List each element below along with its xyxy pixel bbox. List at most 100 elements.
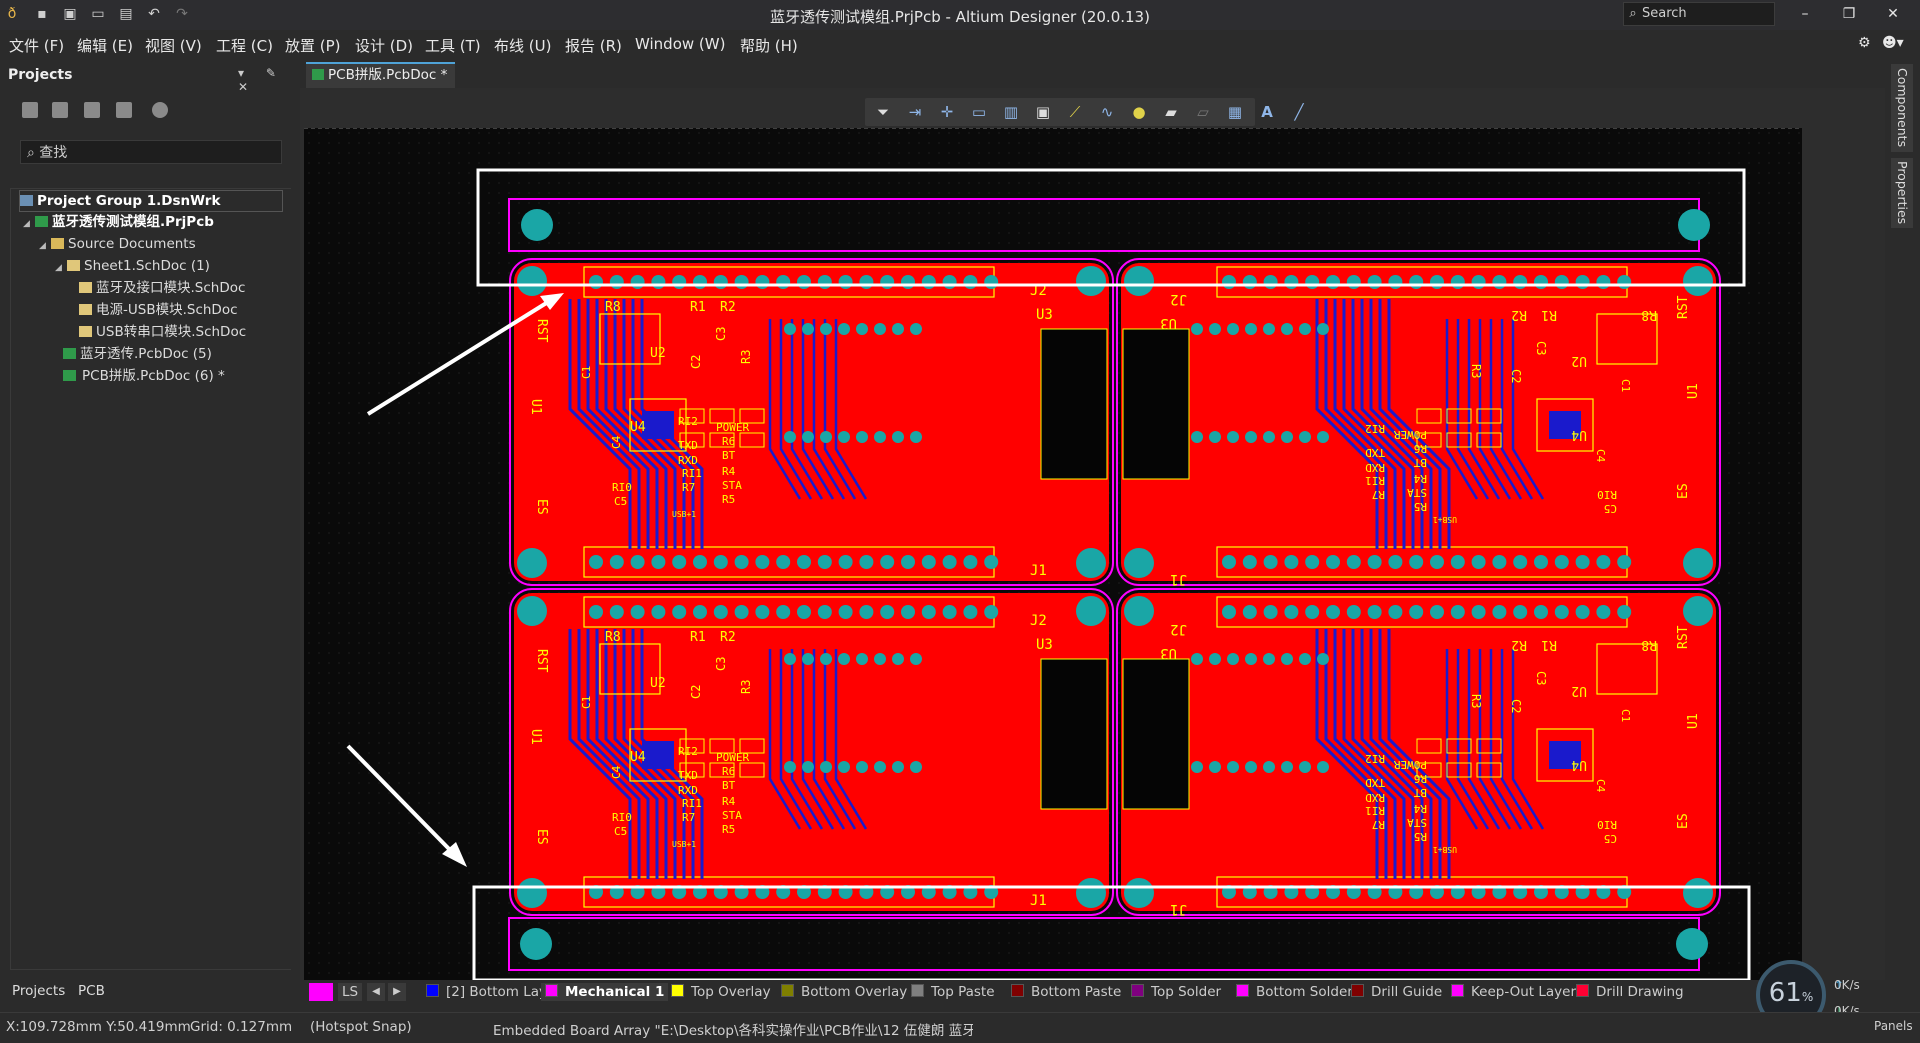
gear-icon[interactable] xyxy=(152,102,168,118)
layer-tab[interactable]: Bottom Overlay xyxy=(781,983,907,1001)
search-input[interactable]: ⌕ Search xyxy=(1623,2,1775,26)
menu-route[interactable]: 布线 (U) xyxy=(494,35,551,56)
menu-view[interactable]: 视图 (V) xyxy=(145,35,202,56)
ic-pad xyxy=(910,431,922,443)
pcb-label: RI1 xyxy=(682,467,702,480)
pcb-label: R3 xyxy=(1469,694,1483,708)
menu-design[interactable]: 设计 (D) xyxy=(355,35,413,56)
header-pad xyxy=(1534,275,1548,289)
layer-tab[interactable]: Bottom Paste xyxy=(1011,983,1121,1001)
tree-item-source-documents[interactable]: ◢ Source Documents xyxy=(39,234,196,254)
tree-item-schdoc[interactable]: USB转串口模块.SchDoc xyxy=(79,322,246,342)
tab-properties[interactable]: Properties xyxy=(1891,158,1913,228)
chevron-down-icon[interactable]: ◢ xyxy=(23,214,35,234)
mounting-hole xyxy=(517,266,547,296)
layer-prev-icon[interactable]: ◀ xyxy=(367,983,385,1001)
pcb-label: R1 xyxy=(690,630,706,645)
restore-icon[interactable]: ❐ xyxy=(1829,2,1869,26)
menu-tools[interactable]: 工具 (T) xyxy=(425,35,481,56)
settings-icon[interactable]: ⚙ xyxy=(1858,35,1871,51)
menu-help[interactable]: 帮助 (H) xyxy=(740,35,798,56)
chevron-down-icon[interactable]: ◢ xyxy=(39,236,51,256)
save-project-icon[interactable] xyxy=(22,102,38,118)
ic-pad xyxy=(1317,323,1329,335)
menu-window[interactable]: Window (W) xyxy=(635,35,725,53)
pcb-label: R3 xyxy=(739,680,753,694)
pcb-label: J1 xyxy=(1170,901,1187,917)
route-icon[interactable]: ⟋ xyxy=(1067,104,1083,120)
interactive-route-icon[interactable]: ∿ xyxy=(1099,104,1115,120)
pcb-label: C1 xyxy=(580,696,593,709)
header-pad xyxy=(1575,555,1590,569)
filter-icon[interactable]: ⏷ xyxy=(875,104,891,120)
tree-item-sheet1[interactable]: ◢ Sheet1.SchDoc (1) xyxy=(55,256,210,276)
open-folder-icon[interactable] xyxy=(116,102,132,118)
string-icon[interactable]: A xyxy=(1259,104,1275,120)
folder-icon[interactable] xyxy=(84,102,100,118)
dimension-icon[interactable]: ▦ xyxy=(1227,104,1243,120)
layer-tab[interactable]: Top Paste xyxy=(911,983,995,1001)
ic-pad xyxy=(1281,323,1293,335)
pcb-label: POWER xyxy=(1394,758,1427,771)
header-pad xyxy=(1263,275,1278,289)
pcb-label: BT xyxy=(722,779,736,792)
rectangle-select-icon[interactable]: ▭ xyxy=(971,104,987,120)
pcb-canvas[interactable]: J2 U3 J1 R8 R1 R2 U2 C2 C3 R3 U4 RI2 TXD RXD RI1 R7 RI0 C… xyxy=(304,127,1802,982)
layer-tab[interactable]: Top Solder xyxy=(1131,983,1221,1001)
keepout-icon[interactable]: ▱ xyxy=(1195,104,1211,120)
tab-pcb-document[interactable]: PCB拼版.PcbDoc * xyxy=(306,62,456,88)
layer-tab[interactable]: Keep-Out Layer xyxy=(1451,983,1576,1001)
tree-item-workspace[interactable]: Project Group 1.DsnWrk xyxy=(19,190,283,212)
polygon-icon[interactable]: ▰ xyxy=(1163,104,1179,120)
tree-item-schdoc[interactable]: 蓝牙及接口模块.SchDoc xyxy=(79,278,245,298)
layer-color-swatch xyxy=(1351,984,1364,997)
chevron-down-icon[interactable]: ◢ xyxy=(55,258,67,278)
component-icon[interactable]: ▣ xyxy=(1035,104,1051,120)
header-pad xyxy=(713,275,728,289)
tree-item-pcbdoc[interactable]: 蓝牙透传.PcbDoc (5) xyxy=(63,344,212,364)
user-icon[interactable]: ☻▾ xyxy=(1882,35,1904,51)
layer-tab[interactable]: Drill Guide xyxy=(1351,983,1442,1001)
tab-components[interactable]: Components xyxy=(1891,64,1913,152)
tab-pcb[interactable]: PCB xyxy=(78,983,105,999)
pcb-label: RI2 xyxy=(678,745,698,758)
ic-pad xyxy=(1191,653,1203,665)
move-icon[interactable]: ✛ xyxy=(939,104,955,120)
panels-button[interactable]: Panels xyxy=(1874,1019,1913,1033)
via-icon[interactable]: ● xyxy=(1131,104,1147,120)
layer-tab[interactable]: Drill Drawing xyxy=(1576,983,1684,1001)
tree-item-project[interactable]: ◢ 蓝牙透传测试模组.PrjPcb xyxy=(23,212,214,232)
header-pad xyxy=(901,275,915,289)
pcb-label: C3 xyxy=(1534,341,1548,355)
menu-project[interactable]: 工程 (C) xyxy=(216,35,273,56)
layer-tab[interactable]: Mechanical 1 xyxy=(541,983,669,1001)
menu-place[interactable]: 放置 (P) xyxy=(285,35,341,56)
layer-next-icon[interactable]: ▶ xyxy=(388,983,406,1001)
layer-tab[interactable]: Bottom Solder xyxy=(1236,983,1353,1001)
pcb-label: C4 xyxy=(610,765,623,779)
layer-set-button[interactable]: LS xyxy=(338,983,362,1001)
pcb-label: RI2 xyxy=(678,415,698,428)
tab-projects[interactable]: Projects xyxy=(12,983,65,999)
layer-label: Mechanical 1 xyxy=(565,984,665,1000)
tree-item-schdoc[interactable]: 电源-USB模块.SchDoc xyxy=(79,300,238,320)
pcb-label: C5 xyxy=(1604,502,1617,515)
menu-file[interactable]: 文件 (F) xyxy=(9,35,64,56)
select-icon[interactable]: ⇥ xyxy=(907,104,923,120)
compile-icon[interactable] xyxy=(52,102,68,118)
layer-tab[interactable]: Top Overlay xyxy=(671,983,771,1001)
pcb-label: C2 xyxy=(689,685,703,699)
menu-edit[interactable]: 编辑 (E) xyxy=(77,35,133,56)
menu-reports[interactable]: 报告 (R) xyxy=(565,35,622,56)
header-pad xyxy=(589,555,603,569)
align-icon[interactable]: ▥ xyxy=(1003,104,1019,120)
project-search-input[interactable]: ⌕ 查找 xyxy=(20,140,282,164)
pcb-label: R8 xyxy=(1641,307,1657,322)
minimize-icon[interactable]: – xyxy=(1785,2,1825,26)
panel-controls[interactable]: ▾ ✎ ✕ xyxy=(238,66,300,94)
tree-item-pcbdoc-selected[interactable]: PCB拼版.PcbDoc (6) * xyxy=(63,366,281,386)
line-icon[interactable]: ╱ xyxy=(1291,104,1307,120)
header-pad xyxy=(880,605,895,619)
current-layer-swatch[interactable] xyxy=(309,983,333,1001)
close-icon[interactable]: ✕ xyxy=(1873,2,1913,26)
